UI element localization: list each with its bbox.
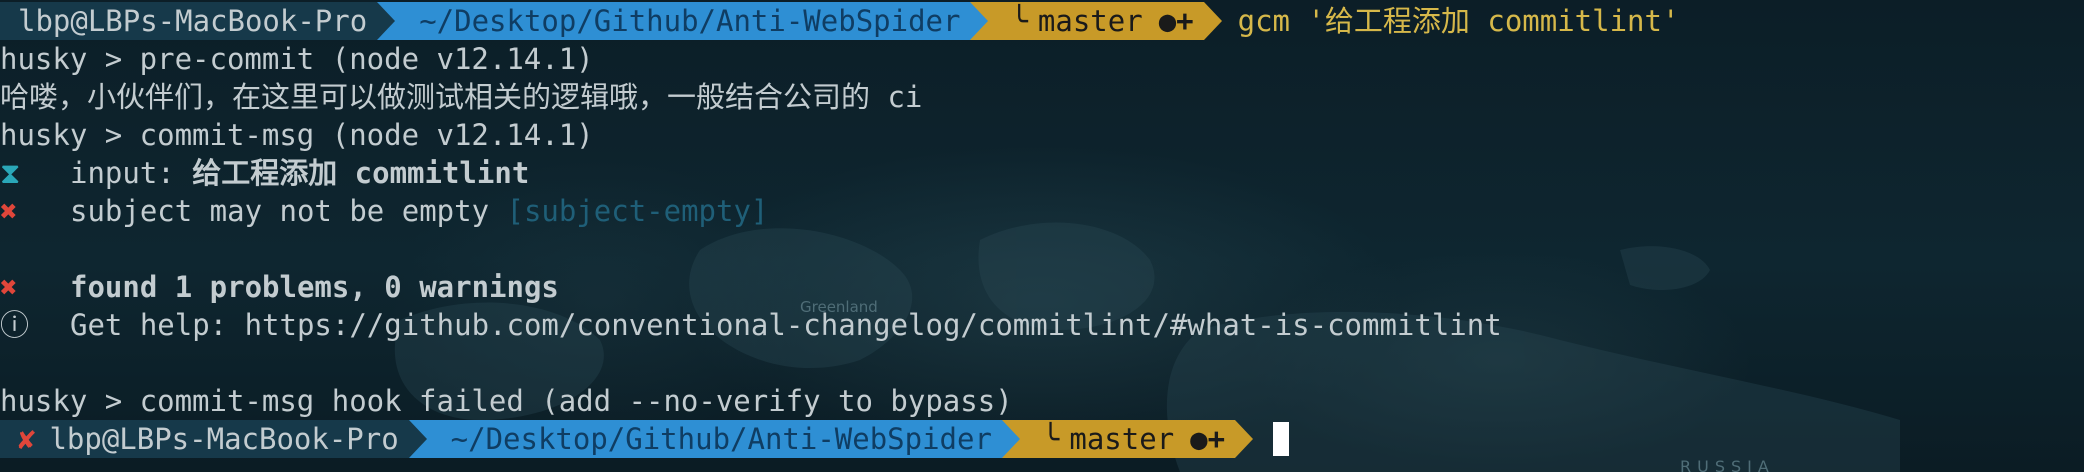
prompt-user-host: ✘ lbp@LBPs-MacBook-Pro [0, 420, 409, 458]
commitlint-error-line: ✖ subject may not be empty [subject-empty… [0, 192, 768, 230]
error-icon: ✖ [0, 270, 18, 304]
terminal-window[interactable]: Greenland RUSSIA lbp@LBPs-MacBook-Pro ~/… [0, 0, 2084, 472]
command-input-area[interactable] [1253, 420, 1290, 458]
git-dirty-status: ●+ [1158, 4, 1194, 38]
subject-rule-name: [subject-empty] [506, 194, 769, 228]
prompt-git-segment: ╰ master ●+ [988, 2, 1204, 40]
git-branch-icon: ╰ [1041, 422, 1060, 456]
output-line: husky > pre-commit (node v12.14.1) [0, 42, 594, 76]
git-branch-name: master [1069, 422, 1175, 456]
output-line: husky > commit-msg hook failed (add --no… [0, 384, 1013, 418]
summary-text: found 1 problems, 0 warnings [70, 270, 559, 304]
subject-error-text: subject may not be empty [70, 194, 507, 228]
powerline-separator [377, 2, 396, 40]
map-label-russia: RUSSIA [1680, 457, 1775, 472]
git-branch-name: master [1037, 4, 1143, 38]
output-line: husky > commit-msg (node v12.14.1) [0, 118, 594, 152]
input-value: 给工程添加 commitlint [192, 156, 530, 190]
commitlint-summary-line: ✖ found 1 problems, 0 warnings [0, 268, 559, 306]
powerline-separator [1203, 2, 1222, 40]
prompt-line-2: ✘ lbp@LBPs-MacBook-Pro ~/Desktop/Github/… [0, 420, 1290, 458]
commitlint-input-line: ⧗ input: 给工程添加 commitlint [0, 154, 529, 192]
input-label: input: [70, 156, 193, 190]
git-dirty-status: ●+ [1190, 422, 1226, 456]
prompt-user-host: lbp@LBPs-MacBook-Pro [0, 2, 378, 40]
prompt-user-host-text: lbp@LBPs-MacBook-Pro [49, 422, 399, 456]
help-text: Get help: https://github.com/conventiona… [70, 308, 1502, 342]
error-icon: ✖ [0, 194, 18, 228]
prompt-path: ~/Desktop/Github/Anti-WebSpider [395, 2, 971, 40]
last-command-failed-icon: ✘ [18, 422, 36, 456]
hourglass-icon: ⧗ [0, 156, 21, 190]
prompt-git-segment: ╰ master ●+ [1019, 420, 1236, 458]
powerline-separator [408, 420, 427, 458]
powerline-separator [970, 2, 989, 40]
commitlint-help-line: ⓘ Get help: https://github.com/convention… [0, 306, 1502, 344]
entered-command: gcm '给工程添加 commitlint' [1237, 4, 1680, 38]
powerline-separator [1001, 420, 1020, 458]
prompt-path: ~/Desktop/Github/Anti-WebSpider [426, 420, 1002, 458]
prompt-line-1: lbp@LBPs-MacBook-Pro ~/Desktop/Github/An… [0, 2, 1679, 40]
text-cursor[interactable] [1273, 422, 1290, 456]
output-line: 哈喽，小伙伴们，在这里可以做测试相关的逻辑哦，一般结合公司的 ci [0, 80, 923, 114]
git-branch-icon: ╰ [1010, 4, 1028, 38]
info-icon: ⓘ [0, 308, 30, 342]
powerline-separator [1235, 420, 1254, 458]
